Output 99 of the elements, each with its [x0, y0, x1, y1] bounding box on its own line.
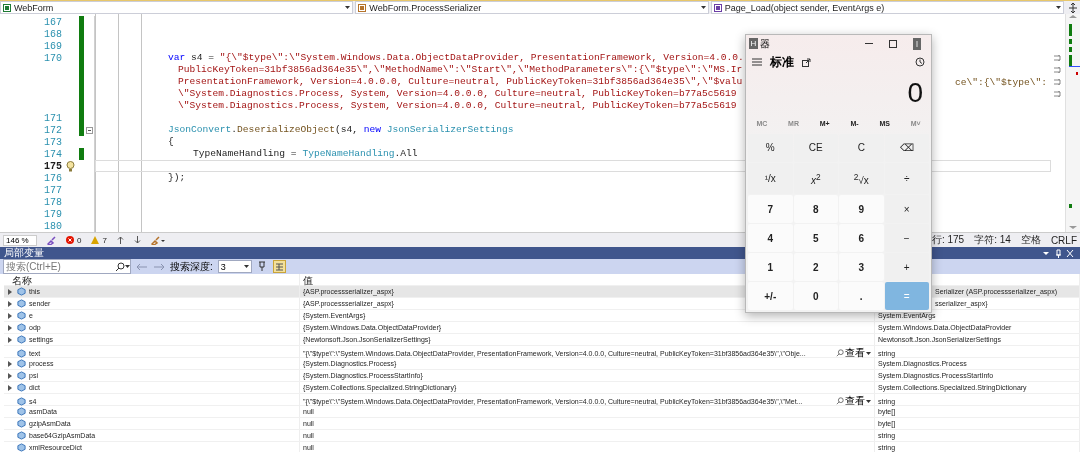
line-number: 174 — [43, 148, 62, 160]
line-number: 172 — [43, 124, 62, 136]
arrow-down-icon[interactable] — [133, 236, 141, 244]
code-line: \"System.Diagnostics.Process, System, Version=4.0.0.0, Culture=neutral, PublicKeyToken=b77a5c5619 — [178, 100, 737, 112]
column-indicator: 字符: 14 — [974, 233, 1011, 247]
line-number: 175 — [43, 160, 62, 172]
expand-arrow-icon[interactable] — [8, 372, 12, 379]
line-number: 167 — [43, 16, 62, 28]
brush-icon[interactable] — [47, 235, 56, 245]
navigation-dropdown[interactable]: WebForm.ProcessSerializer — [355, 1, 709, 14]
caret-icon — [345, 6, 351, 9]
line-number: 171 — [43, 112, 62, 124]
window-title: 器 — [760, 36, 770, 51]
line-number: 169 — [43, 40, 62, 52]
table-icon[interactable] — [272, 260, 286, 273]
collapse-icon[interactable] — [85, 126, 93, 134]
code-line: ce\":{\"$type\": — [954, 76, 1048, 88]
search-field[interactable]: 搜索(Ctrl+E) — [4, 261, 115, 272]
line-number: 177 — [43, 184, 62, 196]
view-button[interactable]: 查看 — [836, 394, 871, 408]
calculator-key[interactable]: 7 — [748, 195, 793, 224]
code-line: }); — [168, 172, 186, 184]
expand-arrow-icon[interactable] — [8, 384, 12, 391]
menu-icon[interactable] — [752, 58, 762, 66]
code-line: PresentationFramework, Version=4.0.0.0, Culture=neutral, PublicKeyToken=31bf3856ad364e35\",\"$valu — [178, 76, 743, 88]
scrollbar[interactable] — [1066, 14, 1080, 232]
caret-icon — [125, 265, 130, 268]
calculator-display: 0 — [907, 77, 923, 109]
expand-arrow-icon[interactable] — [8, 324, 12, 331]
close-icon — [913, 37, 921, 50]
navigation-dropdown[interactable]: Page_Load(object sender, EventArgs e) — [710, 1, 1064, 14]
error-icon[interactable] — [66, 236, 74, 244]
code-line: { — [168, 136, 174, 148]
search-icon — [836, 349, 844, 357]
close-icon[interactable] — [1064, 248, 1076, 258]
navigation-dropdown[interactable]: WebForm — [0, 1, 354, 14]
line-number: 180 — [43, 220, 62, 232]
caret-icon — [243, 265, 249, 268]
expand-arrow-icon[interactable] — [8, 288, 12, 295]
warning-count: 7 — [102, 235, 107, 245]
expand-arrow-icon[interactable] — [8, 336, 12, 343]
code-line: \"System.Diagnostics.Process, System, Version=4.0.0.0, Culture=neutral, PublicKeyToken=b77a5c5619 — [178, 88, 737, 100]
calculator-key[interactable]: . — [839, 282, 884, 310]
keep-on-top-icon[interactable] — [802, 57, 811, 67]
line-ending-indicator[interactable]: CRLF — [1050, 234, 1077, 246]
split-button[interactable] — [1066, 1, 1080, 14]
calculator-key[interactable]: 2 — [793, 253, 838, 282]
caret-icon — [700, 6, 706, 9]
split-icon — [1069, 2, 1077, 13]
calculator-key[interactable]: 3 — [839, 253, 884, 282]
depth-dropdown[interactable]: 3 — [217, 260, 252, 273]
app-badge: H — [749, 38, 758, 49]
maximize-icon — [889, 39, 897, 48]
code-line: PublicKeyToken=31bf3856ad364e35\",\"MethodName\":\"Start\",\"MethodParameters\":{\"$type\":\"MS.Ir — [178, 64, 743, 76]
line-number: 170 — [43, 52, 62, 64]
calculator-key[interactable]: +/- — [748, 282, 793, 310]
zoom-dropdown[interactable]: 146 % — [3, 234, 37, 246]
column-header[interactable]: 值 — [303, 274, 313, 288]
calculator-key[interactable]: 1 — [748, 253, 793, 282]
line-number: 173 — [43, 136, 62, 148]
search-icon[interactable] — [115, 261, 125, 272]
error-count: 0 — [77, 235, 82, 245]
minimize-icon — [865, 43, 873, 44]
caret-icon — [866, 351, 871, 355]
line-number: 168 — [43, 28, 62, 40]
expand-arrow-icon[interactable] — [8, 360, 12, 367]
pin-icon[interactable] — [256, 261, 268, 272]
search-box[interactable]: 搜索(Ctrl+E) — [3, 259, 131, 274]
code-icon — [3, 3, 11, 12]
code-icon — [358, 3, 367, 12]
arrow-up-icon[interactable] — [116, 236, 124, 244]
depth-label: 搜索深度: — [170, 259, 213, 274]
code-line: JsonConvert.DeserializeObject(s4, new JsonSerializerSettings — [168, 124, 514, 136]
lightbulb-icon[interactable] — [65, 160, 75, 172]
view-button[interactable]: 查看 — [836, 346, 871, 360]
history-icon[interactable] — [915, 57, 925, 67]
calculator-key[interactable]: 6 — [839, 224, 884, 253]
calculator-key[interactable]: 8 — [793, 195, 838, 224]
calculator-key[interactable]: 9 — [839, 195, 884, 224]
line-number: 178 — [43, 196, 62, 208]
code-line: var s4 = "{\"$type\":\"System.Windows.Data.ObjectDataProvider, PresentationFramework, Version=4.0.0. — [168, 52, 744, 64]
search-icon — [836, 397, 844, 405]
calculator-key[interactable]: 0 — [793, 282, 838, 310]
code-icon — [713, 3, 722, 12]
caret-icon — [1056, 6, 1061, 9]
brush-dropdown-icon[interactable] — [150, 235, 165, 245]
calculator-key[interactable]: 4 — [748, 224, 793, 253]
caret-icon — [866, 399, 871, 403]
panel-title: 局部变量 — [4, 246, 44, 260]
column-header[interactable]: 名称 — [12, 274, 32, 288]
expand-arrow-icon[interactable] — [8, 300, 12, 307]
line-number: 179 — [43, 208, 62, 220]
code-line: TypeNameHandling = TypeNameHandling.All — [193, 148, 418, 160]
calculator-key[interactable]: 5 — [793, 224, 838, 253]
mode-title: 标准 — [770, 53, 794, 71]
line-indicator: 行: 175 — [931, 233, 965, 247]
indent-indicator[interactable]: 空格 — [1020, 233, 1041, 247]
expand-arrow-icon[interactable] — [8, 312, 12, 319]
line-number: 176 — [43, 172, 62, 184]
